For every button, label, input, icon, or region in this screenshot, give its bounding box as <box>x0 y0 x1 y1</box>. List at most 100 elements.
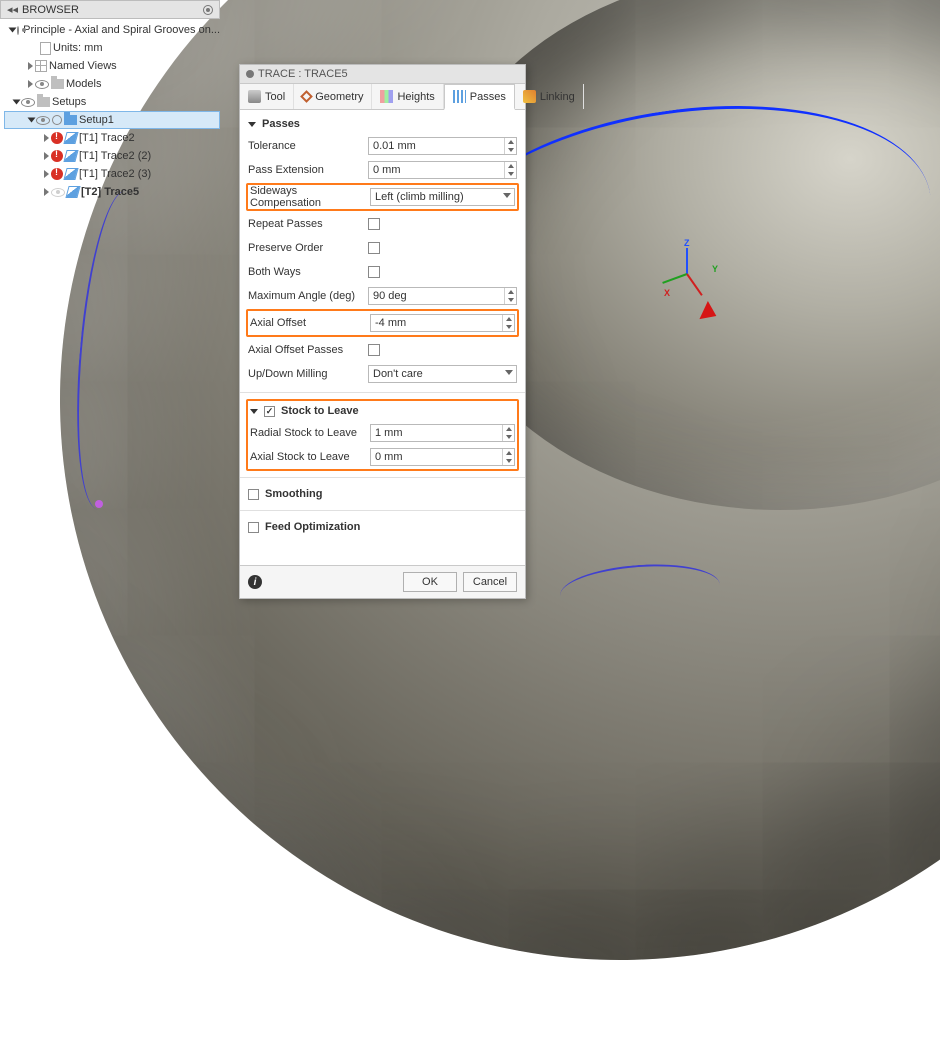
spin-down-icon[interactable] <box>506 435 512 439</box>
dialog-handle-icon[interactable] <box>246 70 254 78</box>
info-icon[interactable]: i <box>248 575 262 589</box>
spinner[interactable] <box>502 425 514 441</box>
radial-stock-input[interactable] <box>370 424 515 442</box>
passes-section-header[interactable]: Passes <box>248 114 517 134</box>
both-ways-checkbox[interactable] <box>368 266 380 278</box>
setup-icon <box>64 115 77 125</box>
visibility-icon[interactable] <box>51 188 65 197</box>
tab-label: Geometry <box>315 91 363 103</box>
tab-geometry[interactable]: Geometry <box>294 84 372 109</box>
dialog-titlebar[interactable]: TRACE : TRACE5 <box>240 65 525 84</box>
max-angle-input[interactable] <box>368 287 517 305</box>
curve-endpoint <box>95 500 103 508</box>
expand-icon[interactable] <box>28 62 33 70</box>
row-axial-offset-passes: Axial Offset Passes <box>248 338 517 362</box>
spin-up-icon[interactable] <box>508 164 514 168</box>
spinner[interactable] <box>502 449 514 465</box>
spin-up-icon[interactable] <box>508 140 514 144</box>
spin-up-icon[interactable] <box>506 451 512 455</box>
spinner[interactable] <box>502 315 514 331</box>
tree-setup1[interactable]: Setup1 <box>4 111 220 129</box>
warning-icon <box>51 168 63 180</box>
visibility-icon[interactable] <box>21 98 35 107</box>
expand-icon[interactable] <box>44 152 49 160</box>
x-axis[interactable] <box>686 273 703 295</box>
tree-models[interactable]: Models <box>4 75 220 93</box>
collapse-icon[interactable] <box>248 122 256 127</box>
tree-named-views[interactable]: Named Views <box>4 57 220 75</box>
spin-down-icon[interactable] <box>508 172 514 176</box>
axial-offset-passes-checkbox[interactable] <box>368 344 380 356</box>
expand-icon[interactable] <box>28 118 36 123</box>
collapse-icon[interactable]: ◂◂ <box>7 3 18 16</box>
tree-op-trace5[interactable]: [T2] Trace5 <box>4 183 220 201</box>
active-setup-icon[interactable] <box>52 115 62 125</box>
tab-heights[interactable]: Heights <box>372 84 443 109</box>
expand-icon[interactable] <box>44 134 49 142</box>
collapse-icon[interactable] <box>250 409 258 414</box>
passes-tab-icon <box>453 90 466 103</box>
spin-down-icon[interactable] <box>506 459 512 463</box>
expand-icon[interactable] <box>9 28 17 33</box>
tree-setups[interactable]: Setups <box>4 93 220 111</box>
dropdown-icon[interactable] <box>503 193 511 198</box>
operation-icon <box>63 168 78 180</box>
spin-down-icon[interactable] <box>508 298 514 302</box>
view-triad[interactable]: Z Y X <box>664 244 724 304</box>
axial-offset-input[interactable] <box>370 314 515 332</box>
ok-button[interactable]: OK <box>403 572 457 592</box>
spinner[interactable] <box>504 138 516 154</box>
tree-op-trace2-3[interactable]: [T1] Trace2 (3) <box>4 165 220 183</box>
tab-label: Passes <box>470 91 506 103</box>
stock-enable-checkbox[interactable]: ✓ <box>264 406 275 417</box>
y-axis[interactable] <box>662 273 687 284</box>
expand-icon[interactable] <box>44 170 49 178</box>
browser-header[interactable]: ◂◂ BROWSER <box>0 0 220 19</box>
row-tolerance: Tolerance <box>248 134 517 158</box>
visibility-icon[interactable] <box>36 116 50 125</box>
z-axis-label: Z <box>684 238 690 248</box>
tree-op-trace2[interactable]: [T1] Trace2 <box>4 129 220 147</box>
feed-opt-section[interactable]: Feed Optimization <box>248 517 517 537</box>
expand-icon[interactable] <box>28 80 33 88</box>
cancel-button[interactable]: Cancel <box>463 572 517 592</box>
updown-milling-dropdown[interactable] <box>368 365 517 383</box>
spinner[interactable] <box>504 162 516 178</box>
pass-extension-input[interactable] <box>368 161 517 179</box>
spin-up-icon[interactable] <box>506 317 512 321</box>
z-axis[interactable] <box>686 248 688 274</box>
spin-up-icon[interactable] <box>506 427 512 431</box>
smoothing-section[interactable]: Smoothing <box>248 484 517 504</box>
tab-passes[interactable]: Passes <box>444 84 515 110</box>
expand-icon[interactable] <box>13 100 21 105</box>
dropdown-icon[interactable] <box>505 370 513 375</box>
divider <box>240 477 525 478</box>
operation-icon <box>63 150 78 162</box>
spin-down-icon[interactable] <box>506 325 512 329</box>
repeat-passes-checkbox[interactable] <box>368 218 380 230</box>
tree-units[interactable]: Units: mm <box>4 39 220 57</box>
visibility-icon[interactable] <box>17 26 19 35</box>
axial-stock-input[interactable] <box>370 448 515 466</box>
warning-icon <box>51 132 63 144</box>
setups-label: Setups <box>52 96 86 108</box>
dialog-title: TRACE : TRACE5 <box>258 68 348 80</box>
tolerance-input[interactable] <box>368 137 517 155</box>
tab-tool[interactable]: Tool <box>240 84 294 109</box>
stock-section-header[interactable]: ✓Stock to Leave <box>250 401 515 421</box>
sideways-compensation-dropdown[interactable] <box>370 188 515 206</box>
visibility-icon[interactable] <box>35 80 49 89</box>
tree-root[interactable]: Principle - Axial and Spiral Grooves on.… <box>4 21 220 39</box>
browser-settings-icon[interactable] <box>203 5 213 15</box>
tab-linking[interactable]: Linking <box>515 84 584 109</box>
spin-up-icon[interactable] <box>508 290 514 294</box>
preserve-order-checkbox[interactable] <box>368 242 380 254</box>
feed-opt-checkbox[interactable] <box>248 522 259 533</box>
op-label: [T1] Trace2 (2) <box>79 150 151 162</box>
preserve-order-label: Preserve Order <box>248 242 362 254</box>
expand-icon[interactable] <box>44 188 49 196</box>
spin-down-icon[interactable] <box>508 148 514 152</box>
smoothing-checkbox[interactable] <box>248 489 259 500</box>
tree-op-trace2-2[interactable]: [T1] Trace2 (2) <box>4 147 220 165</box>
spinner[interactable] <box>504 288 516 304</box>
